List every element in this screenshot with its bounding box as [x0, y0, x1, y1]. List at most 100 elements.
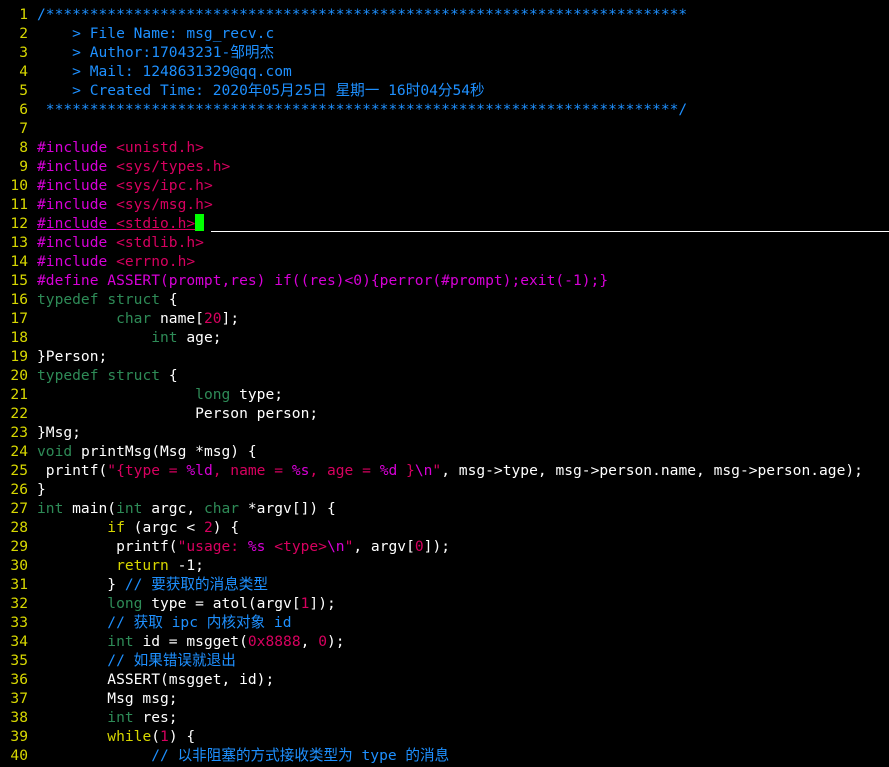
code-line[interactable]: 27 int main(int argc, char *argv[]) {: [0, 499, 889, 518]
line-number: 23: [10, 424, 28, 441]
code-token: %d: [379, 462, 398, 479]
code-line[interactable]: 25 printf("{type = %ld, name = %s, age =…: [0, 461, 889, 480]
code-token: ];: [221, 310, 240, 327]
code-line[interactable]: 40 // 以非阻塞的方式接收类型为 type 的消息: [0, 746, 889, 765]
code-token: printf(: [37, 462, 108, 479]
code-line[interactable]: 16 typedef struct {: [0, 290, 889, 309]
code-token: // 要获取的消息类型: [124, 576, 268, 593]
code-line[interactable]: 32 long type = atol(argv[1]);: [0, 594, 889, 613]
code-token: }: [37, 576, 125, 593]
code-text: printf("{type = %ld, name = %s, age = %d…: [37, 462, 863, 479]
code-line[interactable]: 12 #include <stdio.h>: [0, 214, 889, 233]
code-token: if: [107, 519, 125, 536]
code-token: > Created Time: 2020年05月25日 星期一 16时04分54…: [37, 82, 485, 99]
code-line[interactable]: 30 return -1;: [0, 556, 889, 575]
code-line[interactable]: 2 > File Name: msg_recv.c: [0, 24, 889, 43]
code-line[interactable]: 20 typedef struct {: [0, 366, 889, 385]
code-text: ASSERT(msgget, id);: [37, 671, 274, 688]
code-line[interactable]: 7: [0, 119, 889, 138]
code-line[interactable]: 34 int id = msgget(0x8888, 0);: [0, 632, 889, 651]
code-line[interactable]: 3 > Author:17043231-邹明杰: [0, 43, 889, 62]
code-token: int: [107, 709, 134, 726]
code-line[interactable]: 31 } // 要获取的消息类型: [0, 575, 889, 594]
line-number: 12: [10, 215, 28, 232]
code-text: while(1) {: [37, 728, 195, 745]
code-text: int id = msgget(0x8888, 0);: [37, 633, 345, 650]
code-text: #include <unistd.h>: [37, 139, 204, 156]
code-line[interactable]: 37 Msg msg;: [0, 689, 889, 708]
line-number: 18: [10, 329, 28, 346]
code-text: > Mail: 1248631329@qq.com: [37, 63, 292, 80]
code-editor[interactable]: 1 /**************************************…: [0, 5, 889, 765]
line-number: 39: [10, 728, 28, 745]
text-cursor: [195, 214, 205, 231]
code-line[interactable]: 29 printf("usage: %s <type>\n", argv[0])…: [0, 537, 889, 556]
code-line[interactable]: 39 while(1) {: [0, 727, 889, 746]
code-line[interactable]: 38 int res;: [0, 708, 889, 727]
code-text: // 如果错误就退出: [37, 652, 236, 669]
code-line[interactable]: 36 ASSERT(msgget, id);: [0, 670, 889, 689]
code-text: void printMsg(Msg *msg) {: [37, 443, 257, 460]
line-number: 26: [10, 481, 28, 498]
code-token: -1;: [168, 557, 204, 574]
code-token: }: [397, 462, 415, 479]
line-number: 4: [19, 63, 28, 80]
code-line[interactable]: 21 long type;: [0, 385, 889, 404]
code-token: int: [116, 500, 143, 517]
line-number: 14: [10, 253, 28, 270]
line-number: 38: [10, 709, 28, 726]
code-line[interactable]: 33 // 获取 ipc 内核对象 id: [0, 613, 889, 632]
code-token: );: [326, 633, 345, 650]
code-line[interactable]: 35 // 如果错误就退出: [0, 651, 889, 670]
code-text: return -1;: [37, 557, 204, 574]
code-line[interactable]: 8 #include <unistd.h>: [0, 138, 889, 157]
code-line[interactable]: 23}Msg;: [0, 423, 889, 442]
code-text: typedef struct {: [37, 291, 178, 308]
line-number: 3: [19, 44, 28, 61]
code-text: #include <sys/msg.h>: [37, 196, 213, 213]
code-token: long: [195, 386, 231, 403]
code-line[interactable]: 1 /**************************************…: [0, 5, 889, 24]
code-token: 0: [414, 538, 424, 555]
code-token: 0: [318, 633, 327, 650]
code-line[interactable]: 6 **************************************…: [0, 100, 889, 119]
line-number: 10: [10, 177, 28, 194]
code-line[interactable]: 15 #define ASSERT(prompt,res) if((res)<0)…: [0, 271, 889, 290]
code-line[interactable]: 5 > Created Time: 2020年05月25日 星期一 16时04分…: [0, 81, 889, 100]
code-line[interactable]: 11 #include <sys/msg.h>: [0, 195, 889, 214]
code-line[interactable]: 18 int age;: [0, 328, 889, 347]
code-text: char name[20];: [37, 310, 239, 327]
code-line[interactable]: 19}Person;: [0, 347, 889, 366]
code-token: , age =: [309, 462, 380, 479]
code-line[interactable]: 22 Person person;: [0, 404, 889, 423]
code-token: }Person;: [37, 348, 108, 365]
code-token: #define ASSERT(prompt,res) if((res)<0){p…: [37, 272, 609, 289]
code-token: long: [107, 595, 143, 612]
code-line[interactable]: 28 if (argc < 2) {: [0, 518, 889, 537]
code-line[interactable]: 24 void printMsg(Msg *msg) {: [0, 442, 889, 461]
code-text: Person person;: [37, 405, 318, 422]
code-line[interactable]: 17 char name[20];: [0, 309, 889, 328]
code-line[interactable]: 9 #include <sys/types.h>: [0, 157, 889, 176]
code-line[interactable]: 10 #include <sys/ipc.h>: [0, 176, 889, 195]
line-number: 9: [19, 158, 28, 175]
code-line[interactable]: 4 > Mail: 1248631329@qq.com: [0, 62, 889, 81]
code-text: /***************************************…: [37, 6, 687, 23]
code-line[interactable]: 26}: [0, 480, 889, 499]
code-line[interactable]: 14 #include <errno.h>: [0, 252, 889, 271]
code-token: #include: [37, 139, 117, 156]
code-token: ,: [300, 633, 319, 650]
line-number: 6: [19, 101, 28, 118]
code-line[interactable]: 13 #include <stdlib.h>: [0, 233, 889, 252]
code-text: // 以非阻塞的方式接收类型为 type 的消息: [37, 747, 449, 764]
line-number: 17: [10, 310, 28, 327]
code-text: #include <sys/types.h>: [37, 158, 230, 175]
